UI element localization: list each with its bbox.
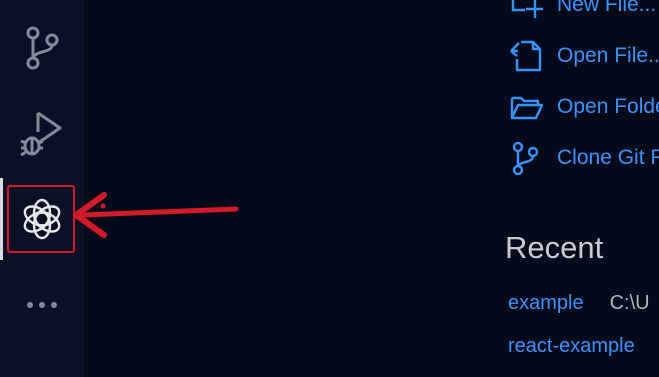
activity-more[interactable] (0, 270, 84, 340)
start-new-file-label: New File... (557, 0, 657, 16)
more-icon (27, 302, 57, 308)
start-new-file[interactable]: New File... (509, 0, 656, 22)
start-open-folder-label: Open Folder... (557, 95, 659, 118)
clone-git-icon (509, 141, 543, 175)
start-clone-git-label: Clone Git Repository... (557, 146, 659, 169)
source-control-icon (26, 26, 59, 70)
recent-heading: Recent (505, 230, 604, 265)
recent-item-name[interactable]: react-example (508, 335, 635, 357)
recent-item: example C:\U (508, 292, 650, 315)
start-clone-git[interactable]: Clone Git Repository... (509, 141, 659, 175)
open-file-icon (509, 39, 543, 73)
recent-item: react-example (508, 335, 659, 358)
welcome-editor: New File... Open File... Open Fold Clone… (84, 0, 659, 377)
recent-item-path: C:\U (609, 292, 650, 314)
start-open-folder[interactable]: Open Folder... (509, 90, 659, 124)
recent-item-name[interactable]: example (508, 292, 584, 314)
activity-source-control[interactable] (0, 12, 84, 82)
start-open-file-label: Open File... (557, 44, 659, 67)
open-folder-icon (509, 90, 543, 124)
new-file-icon (509, 0, 543, 22)
highlight-box (7, 185, 75, 253)
run-debug-icon (20, 111, 62, 157)
vscode-window: New File... Open File... Open Fold Clone… (0, 0, 659, 377)
start-open-file[interactable]: Open File... (509, 39, 659, 73)
activity-run-debug[interactable] (0, 98, 84, 168)
activity-bar (0, 0, 84, 377)
